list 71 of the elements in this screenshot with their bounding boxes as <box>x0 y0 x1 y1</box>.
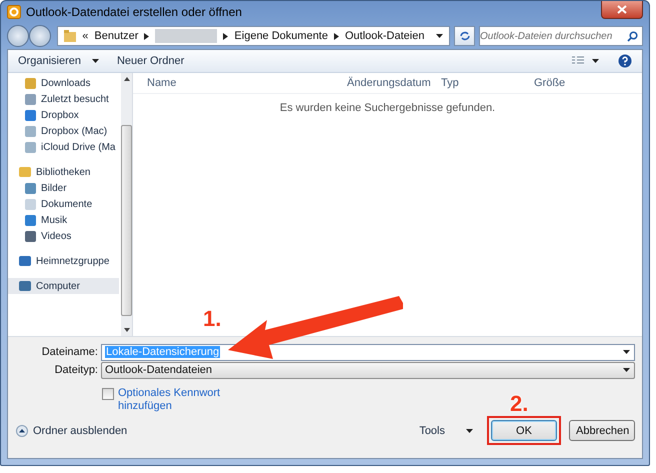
scroll-down-icon[interactable] <box>124 328 130 332</box>
toolbar-button[interactable]: Neuer Ordner <box>116 55 184 67</box>
ok-button[interactable]: OK <box>491 420 557 442</box>
breadcrumb-item[interactable]: Eigene Dokumente <box>234 30 328 42</box>
caret-icon <box>623 350 630 354</box>
cancel-button[interactable]: Abbrechen <box>569 420 635 442</box>
column-header[interactable]: Größe <box>534 77 566 89</box>
field-label: Dateityp: <box>54 364 99 376</box>
nav-item[interactable]: Musik <box>8 212 119 228</box>
step-number: 1. <box>203 306 222 332</box>
caret-icon <box>623 368 630 372</box>
refresh-button[interactable] <box>454 26 475 46</box>
list-view-icon <box>572 56 600 66</box>
nav-item[interactable]: Downloads <box>8 75 119 91</box>
column-header[interactable]: Name <box>147 77 176 89</box>
help-icon[interactable] <box>618 54 632 68</box>
nav-icon <box>24 76 37 90</box>
nav-item[interactable]: Dropbox <box>8 107 119 123</box>
search-icon <box>627 31 638 42</box>
nav-icon <box>18 280 32 292</box>
nav-icon <box>24 92 37 106</box>
nav-icon <box>18 255 32 267</box>
nav-item[interactable]: Bibliotheken <box>8 164 119 180</box>
breadcrumb-item[interactable]: « <box>82 30 88 42</box>
caret-icon <box>466 428 473 433</box>
scrollbar[interactable] <box>121 73 132 336</box>
checkbox[interactable] <box>102 388 114 400</box>
close-icon <box>617 5 627 14</box>
chevron-icon <box>223 32 228 40</box>
column-header[interactable]: Änderungsdatum <box>347 77 431 89</box>
nav-item[interactable]: Computer <box>8 278 119 294</box>
scroll-up-icon[interactable] <box>124 77 130 81</box>
back-forward-buttons[interactable] <box>7 25 54 47</box>
address-bar[interactable]: « Benutzer Eigene Dokumente Outlook-Dateien <box>57 26 450 46</box>
nav-icon <box>18 166 32 178</box>
nav-icon <box>24 124 37 138</box>
close-button[interactable] <box>601 1 643 19</box>
nav-icon <box>24 108 37 122</box>
nav-icon <box>24 198 37 210</box>
step-number: 2. <box>510 391 528 417</box>
breadcrumb-item[interactable]: Benutzer <box>94 30 138 42</box>
nav-item[interactable]: Heimnetzgruppe <box>8 253 119 269</box>
breadcrumb-item[interactable]: Outlook-Dateien <box>344 30 424 42</box>
refresh-icon <box>458 31 471 41</box>
folder-icon <box>64 30 76 42</box>
nav-icon <box>24 140 37 154</box>
nav-item[interactable]: Dokumente <box>8 196 119 212</box>
hide-folders-button[interactable]: Ordner ausblenden <box>16 424 128 437</box>
chevron-icon <box>334 32 339 40</box>
caret-icon <box>436 34 444 38</box>
nav-icon <box>24 214 37 226</box>
nav-item[interactable]: Zuletzt besucht <box>8 91 119 107</box>
search-field[interactable]: Outlook-Dateien durchsuchen <box>479 26 643 46</box>
nav-item[interactable]: Dropbox (Mac) <box>8 123 119 139</box>
chevron-icon <box>144 32 150 40</box>
column-header[interactable]: Typ <box>441 77 459 89</box>
nav-icon <box>24 230 37 242</box>
blurred-breadcrumb <box>155 29 218 43</box>
nav-item[interactable]: Videos <box>8 228 119 244</box>
window-title: Outlook-Datendatei erstellen oder öffnen <box>26 5 242 19</box>
field-label: Dateiname: <box>40 346 99 358</box>
nav-item[interactable]: Bilder <box>8 180 119 196</box>
tools-button[interactable]: Tools <box>419 424 473 437</box>
empty-message: Es wurden keine Suchergebnisse gefunden. <box>280 102 496 114</box>
nav-icon <box>24 182 37 194</box>
collapse-icon <box>16 424 28 437</box>
nav-item[interactable]: iCloud Drive (Ma <box>8 139 119 155</box>
filetype-dropdown[interactable]: Outlook-Datendateien <box>101 362 635 379</box>
checkbox-label[interactable]: Optionales Kennwort hinzufügen <box>118 387 228 414</box>
app-icon <box>7 5 21 19</box>
toolbar-button[interactable]: Organisieren <box>18 55 99 67</box>
